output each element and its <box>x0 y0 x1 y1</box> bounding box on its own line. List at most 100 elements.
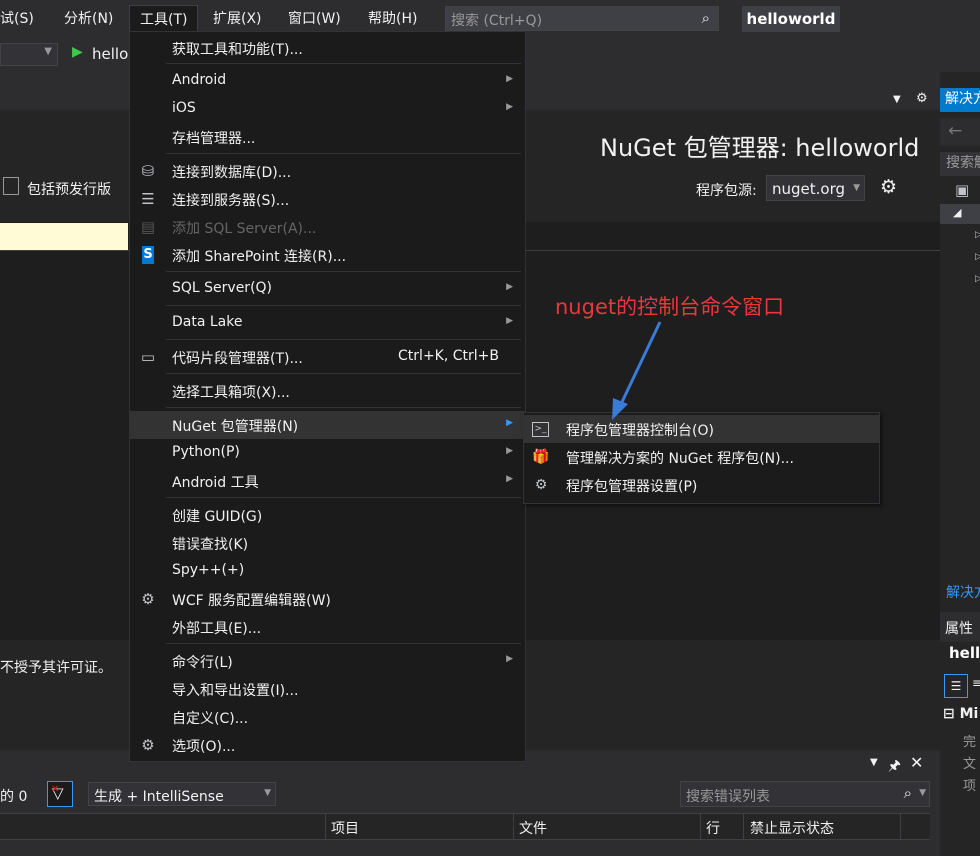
menu-item-label: 添加 SharePoint 连接(R)... <box>172 249 347 265</box>
menu-item-nuget[interactable]: NuGet 包管理器(N) ▶ <box>130 411 525 439</box>
menu-window[interactable]: 窗口(W) <box>288 8 341 28</box>
chevron-down-icon: ▼ <box>853 183 860 193</box>
properties-group-label: Mi <box>959 706 979 722</box>
menu-item-python[interactable]: Python(P) ▶ <box>130 439 525 467</box>
annotation-text: nuget的控制台命令窗口 <box>555 295 785 319</box>
chevron-down-icon[interactable]: ▼ <box>919 788 926 798</box>
menu-item-ios[interactable]: iOS ▶ <box>130 95 525 123</box>
menu-item-label: 获取工具和功能(T)... <box>172 42 303 58</box>
categorized-icon[interactable]: ☰ <box>944 674 968 698</box>
submenu-item-package-console[interactable]: >_ 程序包管理器控制台(O) <box>524 415 879 443</box>
menu-item-customize[interactable]: 自定义(C)... <box>130 703 525 731</box>
configuration-dropdown[interactable]: ▼ <box>0 43 58 66</box>
property-row[interactable]: 项 <box>963 775 980 794</box>
build-filter-dropdown[interactable]: 生成 + IntelliSense ▼ <box>88 782 276 806</box>
chevron-right-icon: ▶ <box>506 282 513 292</box>
menu-item-create-guid[interactable]: 创建 GUID(G) <box>130 501 525 529</box>
menu-item-connect-database[interactable]: ⛁ 连接到数据库(D)... <box>130 157 525 185</box>
quick-search-placeholder: 搜索 (Ctrl+Q) <box>451 13 543 29</box>
sharepoint-icon: S <box>142 246 154 264</box>
snippet-icon: ▭ <box>140 348 156 366</box>
menu-debug[interactable]: 试(S) <box>0 8 34 28</box>
menu-item-shortcut: Ctrl+K, Ctrl+B <box>398 348 499 364</box>
menu-separator <box>166 339 521 340</box>
close-icon[interactable]: ✕ <box>910 753 923 772</box>
column-line[interactable]: 行 <box>706 818 720 838</box>
search-icon[interactable]: ⌕ <box>904 784 912 802</box>
alphabetical-icon[interactable]: ≡ <box>972 676 980 690</box>
submenu-item-label: 程序包管理器控制台(O) <box>566 423 714 439</box>
menu-item-android[interactable]: Android ▶ <box>130 67 525 95</box>
menu-help[interactable]: 帮助(H) <box>368 8 417 28</box>
menu-item-label: Data Lake <box>172 314 243 330</box>
chevron-right-icon[interactable]: ▷ <box>975 230 980 240</box>
column-separator <box>325 814 326 840</box>
menu-analyze[interactable]: 分析(N) <box>64 8 113 28</box>
menu-item-android-tools[interactable]: Android 工具 ▶ <box>130 467 525 495</box>
run-icon[interactable]: ▶ <box>72 44 83 60</box>
search-icon[interactable]: ⌕ <box>702 9 710 27</box>
menu-item-add-sharepoint[interactable]: S 添加 SharePoint 连接(R)... <box>130 241 525 269</box>
menu-item-label: 创建 GUID(G) <box>172 509 263 525</box>
error-list-header: 项目 文件 行 禁止显示状态 <box>0 813 930 840</box>
close-icon: ✕ <box>51 784 60 795</box>
solution-search-input[interactable]: 搜索解 <box>940 152 980 176</box>
tab-dropdown-icon[interactable]: ▼ <box>893 94 901 105</box>
menu-item-error-lookup[interactable]: 错误查找(K) <box>130 529 525 557</box>
sql-server-icon: ▤ <box>140 218 156 236</box>
server-icon: ☰ <box>141 190 155 208</box>
menu-item-label: 自定义(C)... <box>172 711 249 727</box>
back-icon[interactable]: ← <box>948 121 962 141</box>
submenu-item-label: 程序包管理器设置(P) <box>566 479 698 495</box>
menu-item-external-tools[interactable]: 外部工具(E)... <box>130 613 525 641</box>
chevron-right-icon: ▶ <box>506 102 513 112</box>
run-target-label[interactable]: hello <box>92 45 128 63</box>
properties-group[interactable]: ⊟ Mi <box>943 706 978 722</box>
menu-item-import-export[interactable]: 导入和导出设置(I)... <box>130 675 525 703</box>
menu-item-label: 错误查找(K) <box>172 537 249 553</box>
chevron-right-icon[interactable]: ▷ <box>975 252 980 262</box>
submenu-item-manage-packages[interactable]: 🎁 管理解决方案的 NuGet 程序包(N)... <box>524 443 879 471</box>
menu-item-connect-server[interactable]: ☰ 连接到服务器(S)... <box>130 185 525 213</box>
menu-item-snippet-manager[interactable]: ▭ 代码片段管理器(T)... Ctrl+K, Ctrl+B <box>130 343 525 371</box>
menu-item-archive-manager[interactable]: 存档管理器... <box>130 123 525 151</box>
include-prerelease-checkbox[interactable] <box>3 177 19 195</box>
pin-icon[interactable]: 🖈 <box>888 755 901 779</box>
menu-separator <box>166 643 521 644</box>
chevron-right-icon: ▶ <box>506 446 513 456</box>
gear-icon[interactable]: ⚙ <box>880 176 897 198</box>
property-row[interactable]: 完 <box>963 731 980 750</box>
messages-count[interactable]: 的 0 <box>0 786 27 806</box>
menu-item-get-tools[interactable]: 获取工具和功能(T)... <box>130 34 525 62</box>
menu-item-wcf-editor[interactable]: ⚙ WCF 服务配置编辑器(W) <box>130 585 525 613</box>
chevron-right-icon[interactable]: ▷ <box>975 274 980 284</box>
menu-extensions[interactable]: 扩展(X) <box>213 8 262 28</box>
menu-item-options[interactable]: ⚙ 选项(O)... <box>130 731 525 759</box>
quick-search-box[interactable]: 搜索 (Ctrl+Q) ⌕ <box>445 6 719 31</box>
properties-object[interactable]: hello <box>940 644 980 668</box>
menu-item-data-lake[interactable]: Data Lake ▶ <box>130 309 525 337</box>
chevron-right-icon: ▶ <box>506 74 513 84</box>
column-suppression[interactable]: 禁止显示状态 <box>750 818 834 838</box>
tab-settings-icon[interactable]: ⚙ <box>916 91 928 106</box>
solution-title: helloworld <box>742 6 840 32</box>
property-row[interactable]: 文 <box>963 753 980 772</box>
menu-item-spy[interactable]: Spy++(+) <box>130 557 525 585</box>
panel-dropdown-icon[interactable]: ▼ <box>870 757 878 768</box>
chevron-right-icon: ▶ <box>506 474 513 484</box>
column-project[interactable]: 项目 <box>331 818 359 838</box>
column-file[interactable]: 文件 <box>519 818 547 838</box>
tab-solution-explorer[interactable]: 解决方 <box>940 582 980 606</box>
properties-title[interactable]: 属性 <box>940 612 980 642</box>
database-icon: ⛁ <box>141 162 155 180</box>
filter-button[interactable]: ▽ ✕ <box>47 781 73 807</box>
error-search-input[interactable]: 搜索错误列表 ⌕ ▼ <box>680 781 930 807</box>
submenu-item-package-settings[interactable]: ⚙ 程序包管理器设置(P) <box>524 471 879 499</box>
expand-icon[interactable]: ◢ <box>953 206 961 219</box>
menu-item-choose-toolbox[interactable]: 选择工具箱项(X)... <box>130 377 525 405</box>
package-source-dropdown[interactable]: nuget.org ▼ <box>766 175 865 201</box>
solution-explorer-title[interactable]: 解决方 <box>940 88 980 112</box>
menu-item-command-line[interactable]: 命令行(L) ▶ <box>130 647 525 675</box>
submenu-item-label: 管理解决方案的 NuGet 程序包(N)... <box>566 451 794 467</box>
menu-item-sql-server[interactable]: SQL Server(Q) ▶ <box>130 275 525 303</box>
